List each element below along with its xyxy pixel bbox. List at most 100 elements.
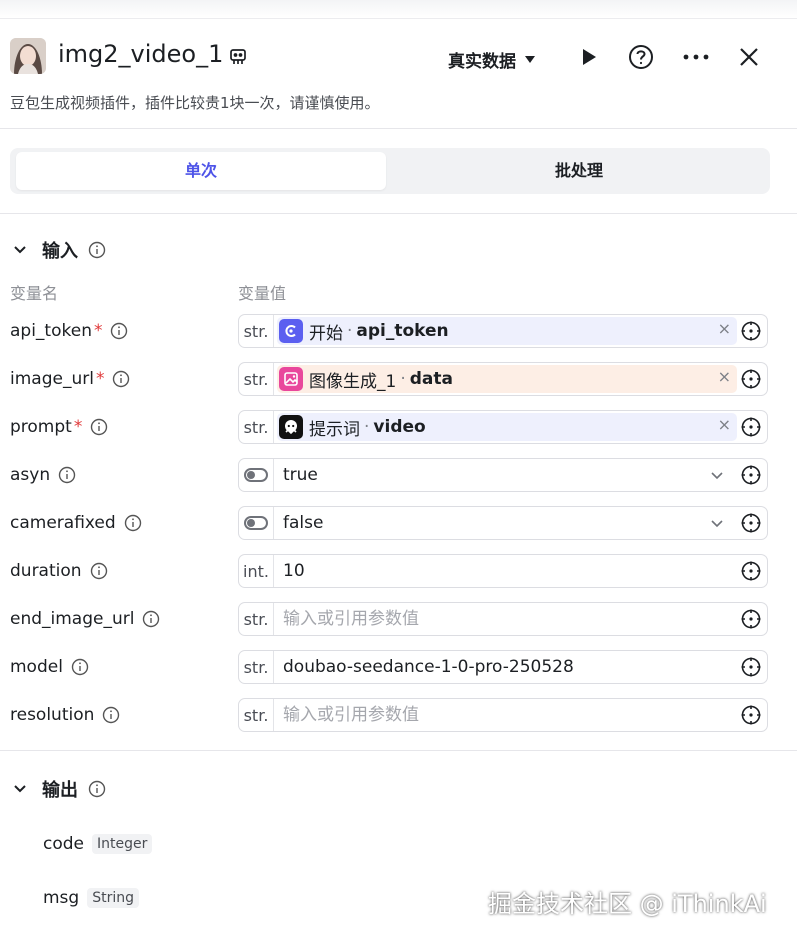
reference-target-icon[interactable]: [740, 560, 762, 582]
param-field-image-url[interactable]: str. 图像生成_1 · data ×: [238, 362, 768, 396]
node-header: img2_video_1 真实数据: [0, 22, 797, 92]
param-name: model: [10, 657, 63, 677]
param-field-model[interactable]: str. doubao-seedance-1-0-pro-250528: [238, 650, 768, 684]
info-icon: [91, 418, 108, 436]
param-field-end-image-url[interactable]: str. 输入或引用参数值: [238, 602, 768, 636]
type-tag[interactable]: str.: [239, 603, 274, 635]
plugin-icon[interactable]: [228, 47, 248, 67]
param-field-asyn[interactable]: true: [238, 458, 768, 492]
param-field-api-token[interactable]: str. 开始 · api_token ×: [238, 314, 768, 348]
type-tag[interactable]: str.: [239, 651, 274, 683]
clear-reference-icon[interactable]: ×: [718, 415, 731, 434]
node-icon: [279, 319, 303, 343]
info-icon: [103, 706, 120, 724]
clear-reference-icon[interactable]: ×: [718, 367, 731, 386]
reference-target-icon[interactable]: [740, 656, 762, 678]
section-divider: [0, 750, 797, 751]
toggle-icon: [244, 468, 268, 482]
reference-target-icon[interactable]: [740, 368, 762, 390]
ref-node-name: 提示词: [309, 419, 360, 440]
info-icon: [143, 610, 160, 628]
bool-type-toggle[interactable]: [239, 459, 274, 491]
output-field-type: String: [87, 888, 139, 908]
output-field-name: code: [43, 834, 84, 854]
info-icon: [88, 241, 106, 259]
node-icon: [279, 415, 303, 439]
type-tag[interactable]: int.: [239, 555, 274, 587]
play-icon: [583, 49, 596, 65]
reference-chip[interactable]: 提示词 · video: [277, 413, 737, 441]
value-placeholder[interactable]: 输入或引用参数值: [283, 699, 419, 731]
reference-chip[interactable]: 图像生成_1 · data: [277, 365, 737, 393]
reference-target-icon[interactable]: [740, 608, 762, 630]
ref-separator: ·: [364, 417, 370, 437]
output-field-type: Integer: [92, 834, 153, 854]
param-name: asyn: [10, 465, 51, 485]
ref-var-name: data: [409, 369, 453, 389]
param-label-model: model: [10, 650, 89, 684]
param-name: prompt: [10, 417, 72, 437]
param-value[interactable]: 10: [283, 555, 305, 587]
param-label-duration: duration: [10, 554, 108, 588]
help-button[interactable]: [626, 42, 656, 72]
output-section-header[interactable]: 输出: [10, 776, 106, 802]
reference-target-icon[interactable]: [740, 320, 762, 342]
reference-target-icon[interactable]: [740, 464, 762, 486]
reference-chip[interactable]: 开始 · api_token: [277, 317, 737, 345]
info-icon: [124, 514, 141, 532]
column-header-name: 变量名: [10, 284, 59, 303]
param-name: image_url: [10, 369, 94, 389]
param-label-asyn: asyn: [10, 458, 76, 492]
reference-target-icon[interactable]: [740, 416, 762, 438]
run-mode-tabs: 单次 批处理: [10, 148, 770, 194]
ref-var-name: video: [373, 417, 426, 437]
close-icon: [740, 48, 758, 66]
caret-down-icon: [525, 55, 535, 63]
param-field-camerafixed[interactable]: false: [238, 506, 768, 540]
chevron-down-icon[interactable]: [709, 467, 725, 483]
tab-single[interactable]: 单次: [16, 152, 386, 190]
type-tag[interactable]: str.: [239, 699, 274, 731]
column-header-value: 变量值: [238, 284, 287, 303]
clear-reference-icon[interactable]: ×: [718, 319, 731, 338]
chevron-down-icon: [14, 785, 26, 793]
data-mode-label: 真实数据: [448, 52, 516, 72]
watermark: 掘金技术社区 @ iThinkAi: [488, 890, 767, 918]
data-mode-select[interactable]: 真实数据: [448, 47, 536, 72]
tab-batch[interactable]: 批处理: [394, 152, 764, 190]
reference-target-icon[interactable]: [740, 704, 762, 726]
node-description: 豆包生成视频插件，插件比较贵1块一次，请谨慎使用。: [10, 94, 380, 112]
bool-type-toggle[interactable]: [239, 507, 274, 539]
param-value[interactable]: doubao-seedance-1-0-pro-250528: [283, 651, 574, 683]
info-icon: [58, 466, 76, 484]
required-mark: *: [93, 321, 103, 341]
chevron-down-icon[interactable]: [709, 515, 725, 531]
more-button[interactable]: [681, 42, 711, 72]
type-tag[interactable]: str.: [239, 315, 274, 347]
param-label-camerafixed: camerafixed: [10, 506, 142, 540]
ref-var-name: api_token: [356, 321, 449, 341]
info-icon: [71, 658, 89, 676]
close-button[interactable]: [734, 42, 764, 72]
run-button[interactable]: [573, 42, 603, 72]
value-placeholder[interactable]: 输入或引用参数值: [283, 603, 419, 635]
param-field-resolution[interactable]: str. 输入或引用参数值: [238, 698, 768, 732]
node-icon: [279, 367, 303, 391]
param-field-duration[interactable]: int. 10: [238, 554, 768, 588]
info-icon: [111, 322, 128, 340]
param-name: resolution: [10, 705, 95, 725]
type-tag[interactable]: str.: [239, 363, 274, 395]
reference-target-icon[interactable]: [740, 512, 762, 534]
window-top-strip: [0, 0, 797, 19]
param-field-prompt[interactable]: str. 提示词 · video ×: [238, 410, 768, 444]
chevron-down-icon: [14, 246, 26, 254]
param-name: end_image_url: [10, 609, 135, 629]
type-tag[interactable]: str.: [239, 411, 274, 443]
select-value: true: [283, 465, 318, 485]
param-label-api-token: api_token *: [10, 314, 128, 348]
ref-node-name: 开始: [309, 323, 343, 344]
select-value: false: [283, 513, 324, 533]
param-name: camerafixed: [10, 513, 116, 533]
input-section-header[interactable]: 输入: [10, 237, 106, 263]
node-avatar: [10, 38, 46, 74]
